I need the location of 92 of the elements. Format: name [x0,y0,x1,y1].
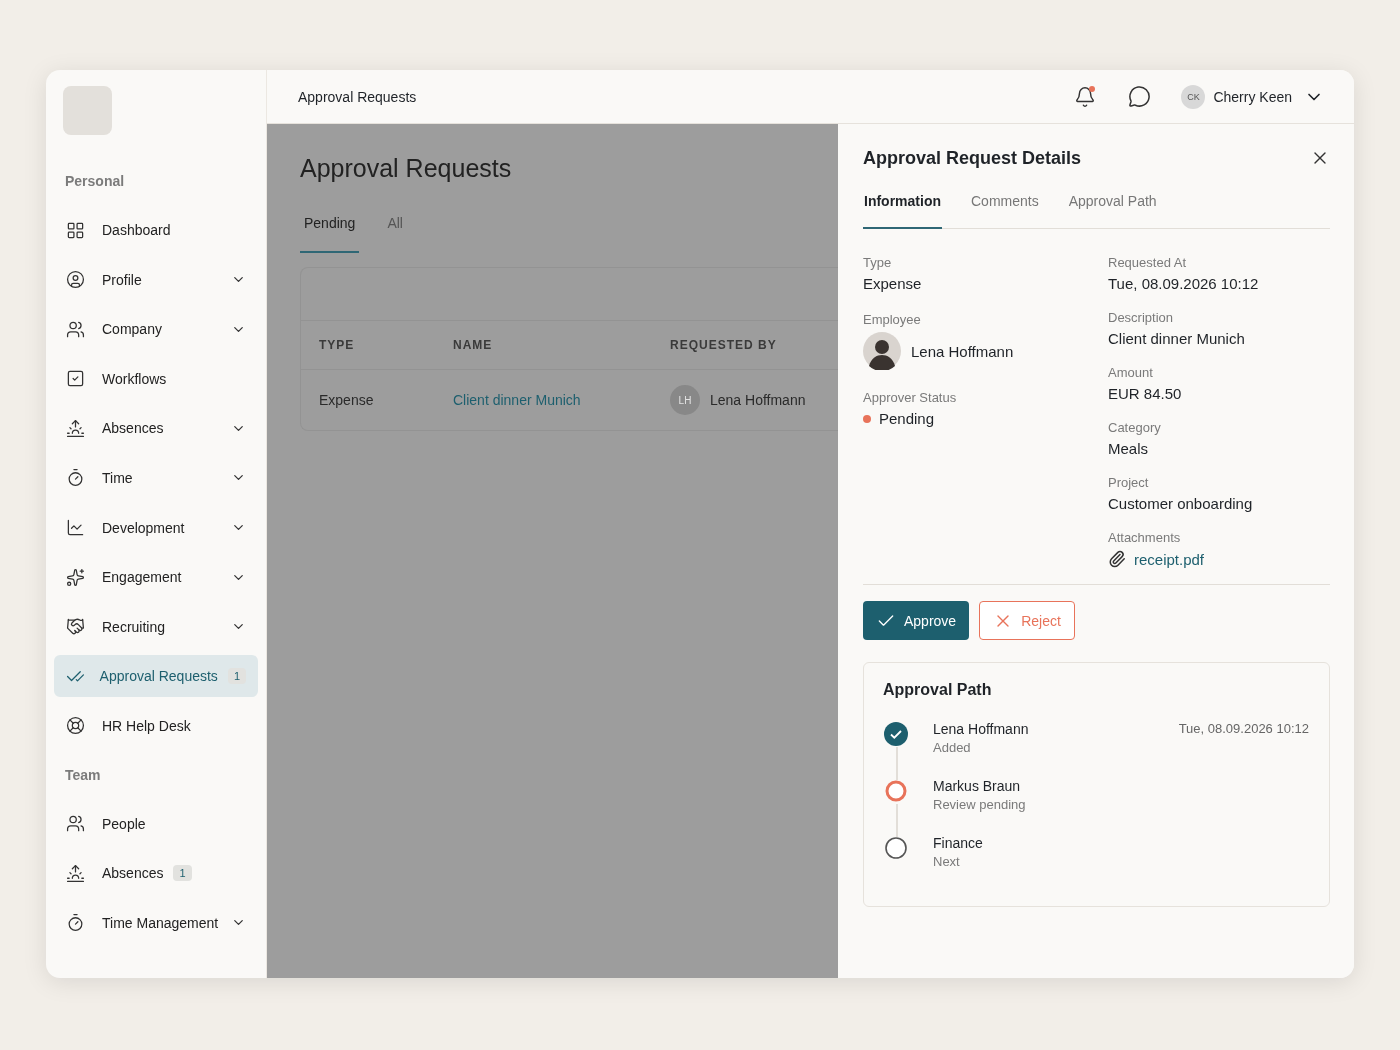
field-value: Customer onboarding [1108,495,1254,512]
nav-label: People [102,815,146,832]
avatar: LH [670,385,700,415]
nav-icon [66,319,85,339]
nav-label: Profile [102,271,142,288]
step-note: Next [933,854,961,869]
field-value: Tue, 08.09.2026 10:12 [1108,275,1260,292]
section-heading: Personal [64,173,126,189]
field-label: Requested At [1108,255,1188,270]
user-name: Cherry Keen [1213,88,1292,105]
nav-icon [66,270,85,290]
nav-item[interactable]: Absences 1 [54,852,258,895]
column-header: TYPE [319,338,356,352]
page-title: Approval Requests [298,88,417,105]
nav-label: Development [102,519,185,536]
nav-label: Recruiting [102,618,166,635]
table-cell-text: Expense [319,392,375,408]
nav-item[interactable]: Workflows [54,357,258,400]
field-value: Client dinner Munich [1108,330,1246,347]
field-value: EUR 84.50 [1108,385,1183,402]
nav-icon [66,814,85,834]
section-heading: Team [64,766,102,783]
field-value: Expense [863,275,923,292]
nav-label: Engagement [102,569,182,586]
nav-label: Company [102,321,162,338]
nav-item[interactable]: Dashboard [54,209,258,251]
field-value: Meals [1108,440,1149,457]
table-cell: Lena Hoffmann [710,392,806,408]
nav-item[interactable]: Development [54,506,258,549]
field-label: Employee [863,312,922,327]
nav-icon [66,567,85,587]
nav-item[interactable]: Engagement [54,556,258,599]
field-label: Project [1108,475,1150,490]
nav-item[interactable]: Approval Requests 1 [54,655,258,698]
page-heading: Approval Requests [300,154,513,183]
count-badge: 1 [227,668,246,685]
notifications-button[interactable] [1074,85,1097,108]
nav-item[interactable]: Profile [54,258,258,301]
nav-icon [66,369,85,389]
nav-item[interactable]: Recruiting [54,605,258,648]
approve-button[interactable]: Approve [863,601,970,640]
nav-icon [66,418,85,438]
paperclip-icon [1108,550,1126,568]
nav-icon [66,863,85,883]
step-name: Markus Braun [933,778,1022,794]
chat-icon[interactable] [1128,85,1152,108]
nav-label: Absences [102,420,164,437]
avatar [863,332,901,370]
nav-icon [66,716,85,736]
tab[interactable]: Approval Path [1067,191,1158,229]
column-header: NAME [453,338,494,352]
card-title: Approval Path [883,681,993,699]
field-label: Description [1108,310,1175,325]
step-note: Added [933,740,972,755]
user-avatar: CK [1181,84,1206,109]
nav-item[interactable]: Time Management [54,901,258,944]
column-header: REQUESTED BY [670,338,778,352]
nav-label: Workflows [102,370,167,387]
count-badge: 1 [173,865,192,882]
nav-label: Absences [102,865,164,882]
employee-name: Lena Hoffmann [911,342,1014,360]
nav-icon [66,617,85,637]
field-label: Approver Status [863,390,958,405]
nav-icon [66,468,85,488]
tab[interactable]: Information [863,191,942,229]
nav-icon [66,220,85,240]
logo-placeholder [63,86,112,135]
nav-label: Time [102,469,133,486]
nav-label: Approval Requests [99,668,218,685]
nav-item[interactable]: Absences [54,407,258,450]
status-text: Pending [879,410,935,427]
step-note: Review pending [933,797,1026,812]
nav-label: Dashboard [102,222,171,238]
field-label: Attachments [1108,530,1182,545]
nav-icon [66,913,85,933]
field-label: Amount [1108,365,1154,380]
step-name: Lena Hoffmann [933,721,1029,737]
tab[interactable]: Pending [300,211,360,253]
tab[interactable]: Comments [970,191,1040,229]
step-name: Finance [933,835,983,851]
nav-item[interactable]: Company [54,308,258,351]
field-label: Category [1108,420,1162,435]
attachment-link[interactable]: receipt.pdf [1134,550,1205,568]
nav-item[interactable]: Time [54,456,258,499]
drawer-title: Approval Request Details [863,148,1082,169]
nav-label: Time Management [102,914,219,931]
nav-item[interactable]: HR Help Desk [54,704,258,747]
nav-item[interactable]: People [54,802,258,845]
nav-icon [66,518,85,538]
step-time: Tue, 08.09.2026 10:12 [1178,721,1309,736]
field-label: Type [863,255,893,270]
nav-label: HR Help Desk [102,717,191,734]
